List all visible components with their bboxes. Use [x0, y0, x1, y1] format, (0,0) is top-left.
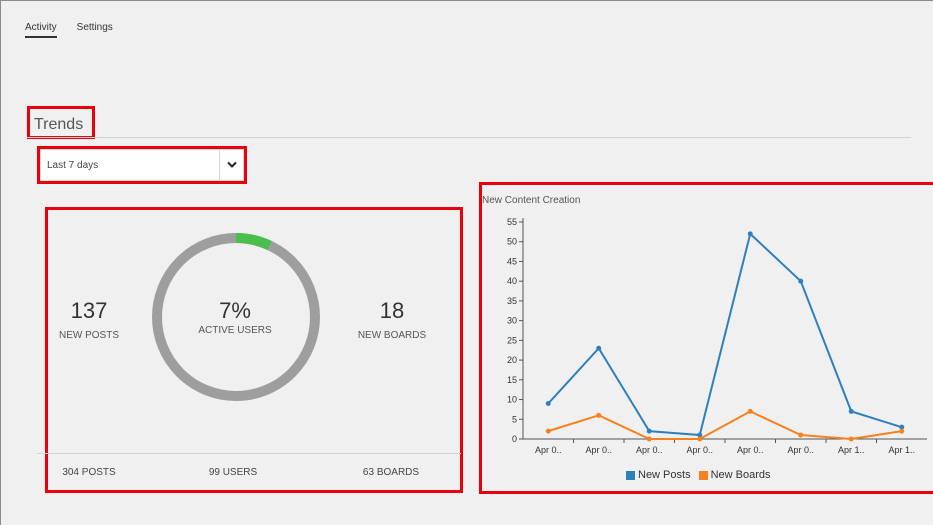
app-frame: Activity Settings Trends Last 7 days 137… — [0, 0, 933, 525]
x-tick-label: Apr 1.. — [888, 445, 915, 455]
y-tick-label: 50 — [507, 237, 517, 247]
active-users-label: ACTIVE USERS — [198, 325, 272, 336]
x-tick-label: Apr 1.. — [838, 445, 865, 455]
y-tick-label: 30 — [507, 316, 517, 326]
y-tick-label: 40 — [507, 276, 517, 286]
chevron-down-icon[interactable] — [220, 161, 243, 169]
tab-bar: Activity Settings — [25, 22, 113, 38]
y-tick-label: 25 — [507, 335, 517, 345]
chart-legend: New Posts New Boards — [626, 469, 771, 481]
stats-footer-divider — [37, 453, 461, 454]
data-point-posts — [848, 408, 854, 414]
new-posts-value: 137 — [70, 298, 108, 323]
y-tick-label: 10 — [507, 395, 517, 405]
section-divider — [27, 137, 911, 138]
total-users: 99 USERS — [208, 467, 258, 478]
active-users-value: 7% — [219, 298, 251, 323]
legend-swatch-posts — [626, 470, 635, 480]
new-posts-label: NEW POSTS — [58, 330, 119, 341]
legend-item-boards[interactable]: New Boards — [698, 469, 771, 481]
tab-settings[interactable]: Settings — [77, 22, 113, 38]
y-tick-label: 0 — [512, 434, 517, 444]
data-point-posts — [798, 278, 804, 284]
x-tick-label: Apr 0.. — [585, 445, 612, 455]
legend-swatch-boards — [698, 470, 708, 480]
x-tick-label: Apr 0.. — [636, 445, 663, 455]
y-tick-label: 5 — [512, 414, 517, 424]
total-boards: 63 BOARDS — [362, 467, 420, 478]
y-tick-label: 35 — [507, 296, 517, 306]
data-point-posts — [747, 231, 753, 237]
data-point-posts — [646, 428, 652, 434]
section-title: Trends — [34, 116, 84, 133]
new-boards-label: NEW BOARDS — [357, 330, 427, 341]
data-point-boards — [646, 436, 652, 442]
content-creation-chart: 0 5 10 15 20 25 30 35 40 45 50 55 Apr 0.. Apr 0.. Apr … — [507, 217, 927, 455]
data-point-boards — [899, 428, 905, 434]
total-posts: 304 POSTS — [62, 467, 116, 478]
series-line-boards — [547, 410, 902, 441]
range-select-value: Last 7 days — [47, 159, 99, 171]
data-point-boards — [747, 408, 753, 414]
x-tick-label: Apr 0.. — [535, 445, 562, 455]
chart-title: New Content Creation — [482, 195, 581, 206]
y-tick-label: 55 — [507, 217, 517, 227]
x-tick-label: Apr 0.. — [737, 445, 764, 455]
data-point-boards — [596, 412, 602, 418]
y-tick-label: 15 — [507, 375, 517, 385]
new-boards-value: 18 — [379, 298, 405, 323]
legend-item-posts[interactable]: New Posts — [626, 469, 691, 481]
series-line-posts — [547, 231, 903, 437]
legend-label-posts: New Posts — [638, 469, 691, 481]
data-point-boards — [545, 428, 551, 434]
y-tick-label: 45 — [507, 256, 517, 266]
data-point-boards — [848, 436, 854, 442]
data-point-boards — [798, 432, 804, 438]
x-tick-label: Apr 0.. — [787, 445, 814, 455]
data-point-boards — [697, 436, 703, 442]
data-point-posts — [596, 345, 602, 351]
x-tick-label: Apr 0.. — [686, 445, 713, 455]
range-select[interactable]: Last 7 days — [40, 149, 244, 181]
tab-activity[interactable]: Activity — [25, 22, 57, 38]
legend-label-boards: New Boards — [710, 469, 771, 481]
data-point-posts — [545, 400, 551, 406]
y-tick-label: 20 — [507, 355, 517, 365]
